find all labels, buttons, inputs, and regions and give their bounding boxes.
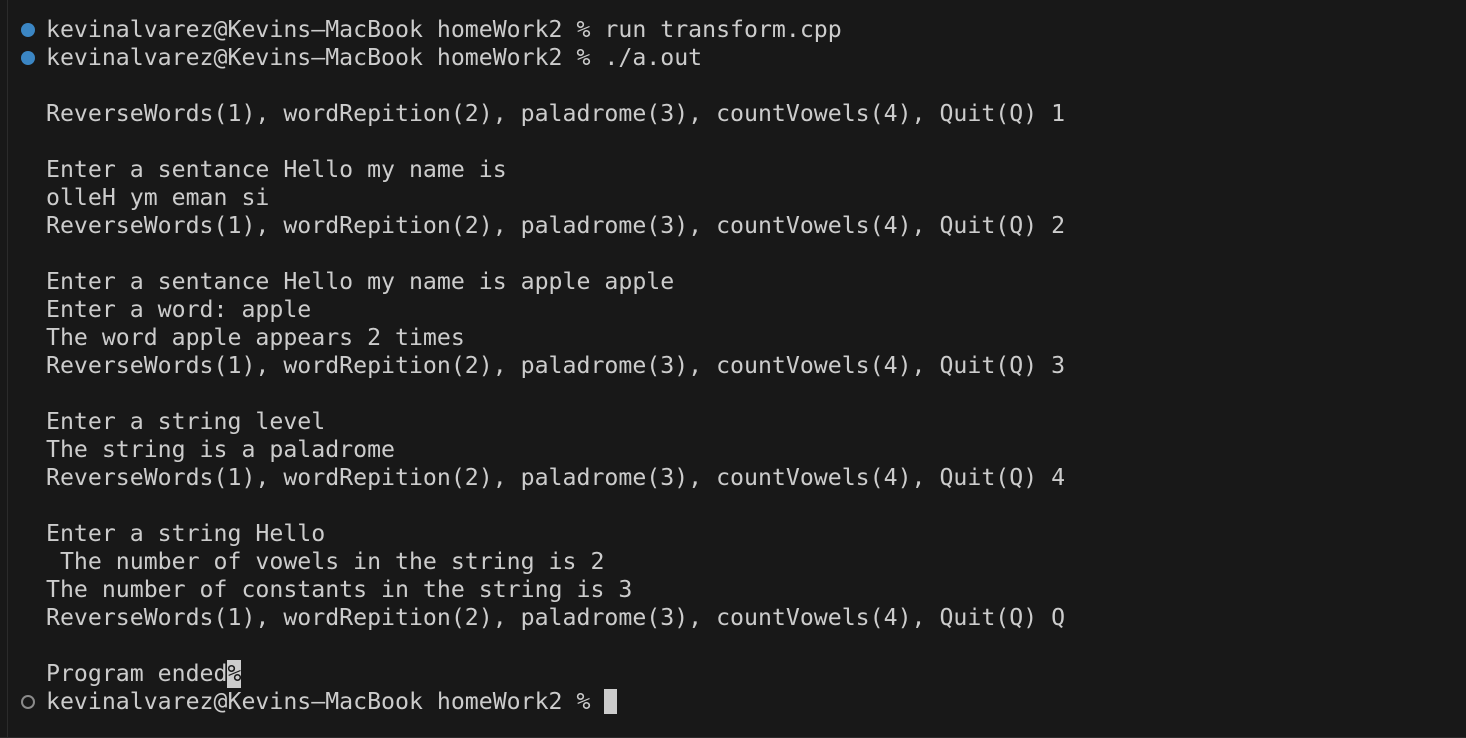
- terminal-line-text: ReverseWords(1), wordRepition(2), paladr…: [46, 464, 1066, 491]
- terminal-line-text: The string is a paladrome: [46, 436, 396, 463]
- text-cursor[interactable]: [604, 689, 618, 714]
- terminal-line: kevinalvarez@Kevins–MacBook homeWork2 % …: [0, 44, 1466, 72]
- terminal-line: The number of vowels in the string is 2: [0, 548, 1466, 576]
- command-success-decoration-icon[interactable]: [21, 23, 35, 37]
- terminal-line-text: ReverseWords(1), wordRepition(2), paladr…: [46, 604, 1066, 631]
- terminal-line: ReverseWords(1), wordRepition(2), paladr…: [0, 352, 1466, 380]
- terminal-line: Enter a word: apple: [0, 296, 1466, 324]
- terminal-line: Enter a string Hello: [0, 520, 1466, 548]
- terminal-line-text: ReverseWords(1), wordRepition(2), paladr…: [46, 212, 1066, 239]
- terminal-line: ReverseWords(1), wordRepition(2), paladr…: [0, 212, 1466, 240]
- terminal-line: kevinalvarez@Kevins–MacBook homeWork2 %: [0, 688, 1466, 716]
- terminal-output: kevinalvarez@Kevins–MacBook homeWork2 % …: [0, 16, 1466, 716]
- terminal-line: Program ended%: [0, 660, 1466, 688]
- terminal-line: The string is a paladrome: [0, 436, 1466, 464]
- terminal-line-text: The number of vowels in the string is 2: [46, 548, 605, 575]
- terminal-line-text: The word apple appears 2 times: [46, 324, 465, 351]
- terminal-line-text: Enter a sentance Hello my name is apple …: [46, 268, 675, 295]
- terminal-line-text: The number of constants in the string is…: [46, 576, 633, 603]
- command-pending-decoration-icon[interactable]: [21, 695, 35, 709]
- terminal-line: Enter a string level: [0, 408, 1466, 436]
- terminal-line-text: Enter a string level: [46, 408, 326, 435]
- no-newline-marker: %: [227, 660, 242, 688]
- terminal-line-text: kevinalvarez@Kevins–MacBook homeWork2 % …: [46, 44, 703, 71]
- terminal-line-text: olleH ym eman si: [46, 184, 270, 211]
- terminal-line-text: Enter a word: apple: [46, 296, 312, 323]
- terminal-line: The number of constants in the string is…: [0, 576, 1466, 604]
- terminal-line-text: Program ended: [46, 660, 228, 687]
- terminal-line: kevinalvarez@Kevins–MacBook homeWork2 % …: [0, 16, 1466, 44]
- terminal-line-text: Enter a string Hello: [46, 520, 326, 547]
- terminal-line-text: Enter a sentance Hello my name is: [46, 156, 507, 183]
- terminal-line: Enter a sentance Hello my name is: [0, 156, 1466, 184]
- terminal-line-text: ReverseWords(1), wordRepition(2), paladr…: [46, 352, 1066, 379]
- terminal-panel[interactable]: kevinalvarez@Kevins–MacBook homeWork2 % …: [0, 0, 1466, 738]
- terminal-line: The word apple appears 2 times: [0, 324, 1466, 352]
- terminal-line: ReverseWords(1), wordRepition(2), paladr…: [0, 464, 1466, 492]
- terminal-line-text: kevinalvarez@Kevins–MacBook homeWork2 % …: [46, 16, 842, 43]
- terminal-line: Enter a sentance Hello my name is apple …: [0, 268, 1466, 296]
- command-success-decoration-icon[interactable]: [21, 51, 35, 65]
- terminal-line: olleH ym eman si: [0, 184, 1466, 212]
- terminal-line-text: ReverseWords(1), wordRepition(2), paladr…: [46, 100, 1066, 127]
- terminal-line-text: kevinalvarez@Kevins–MacBook homeWork2 %: [46, 688, 605, 715]
- terminal-line: ReverseWords(1), wordRepition(2), paladr…: [0, 604, 1466, 632]
- terminal-line: ReverseWords(1), wordRepition(2), paladr…: [0, 100, 1466, 128]
